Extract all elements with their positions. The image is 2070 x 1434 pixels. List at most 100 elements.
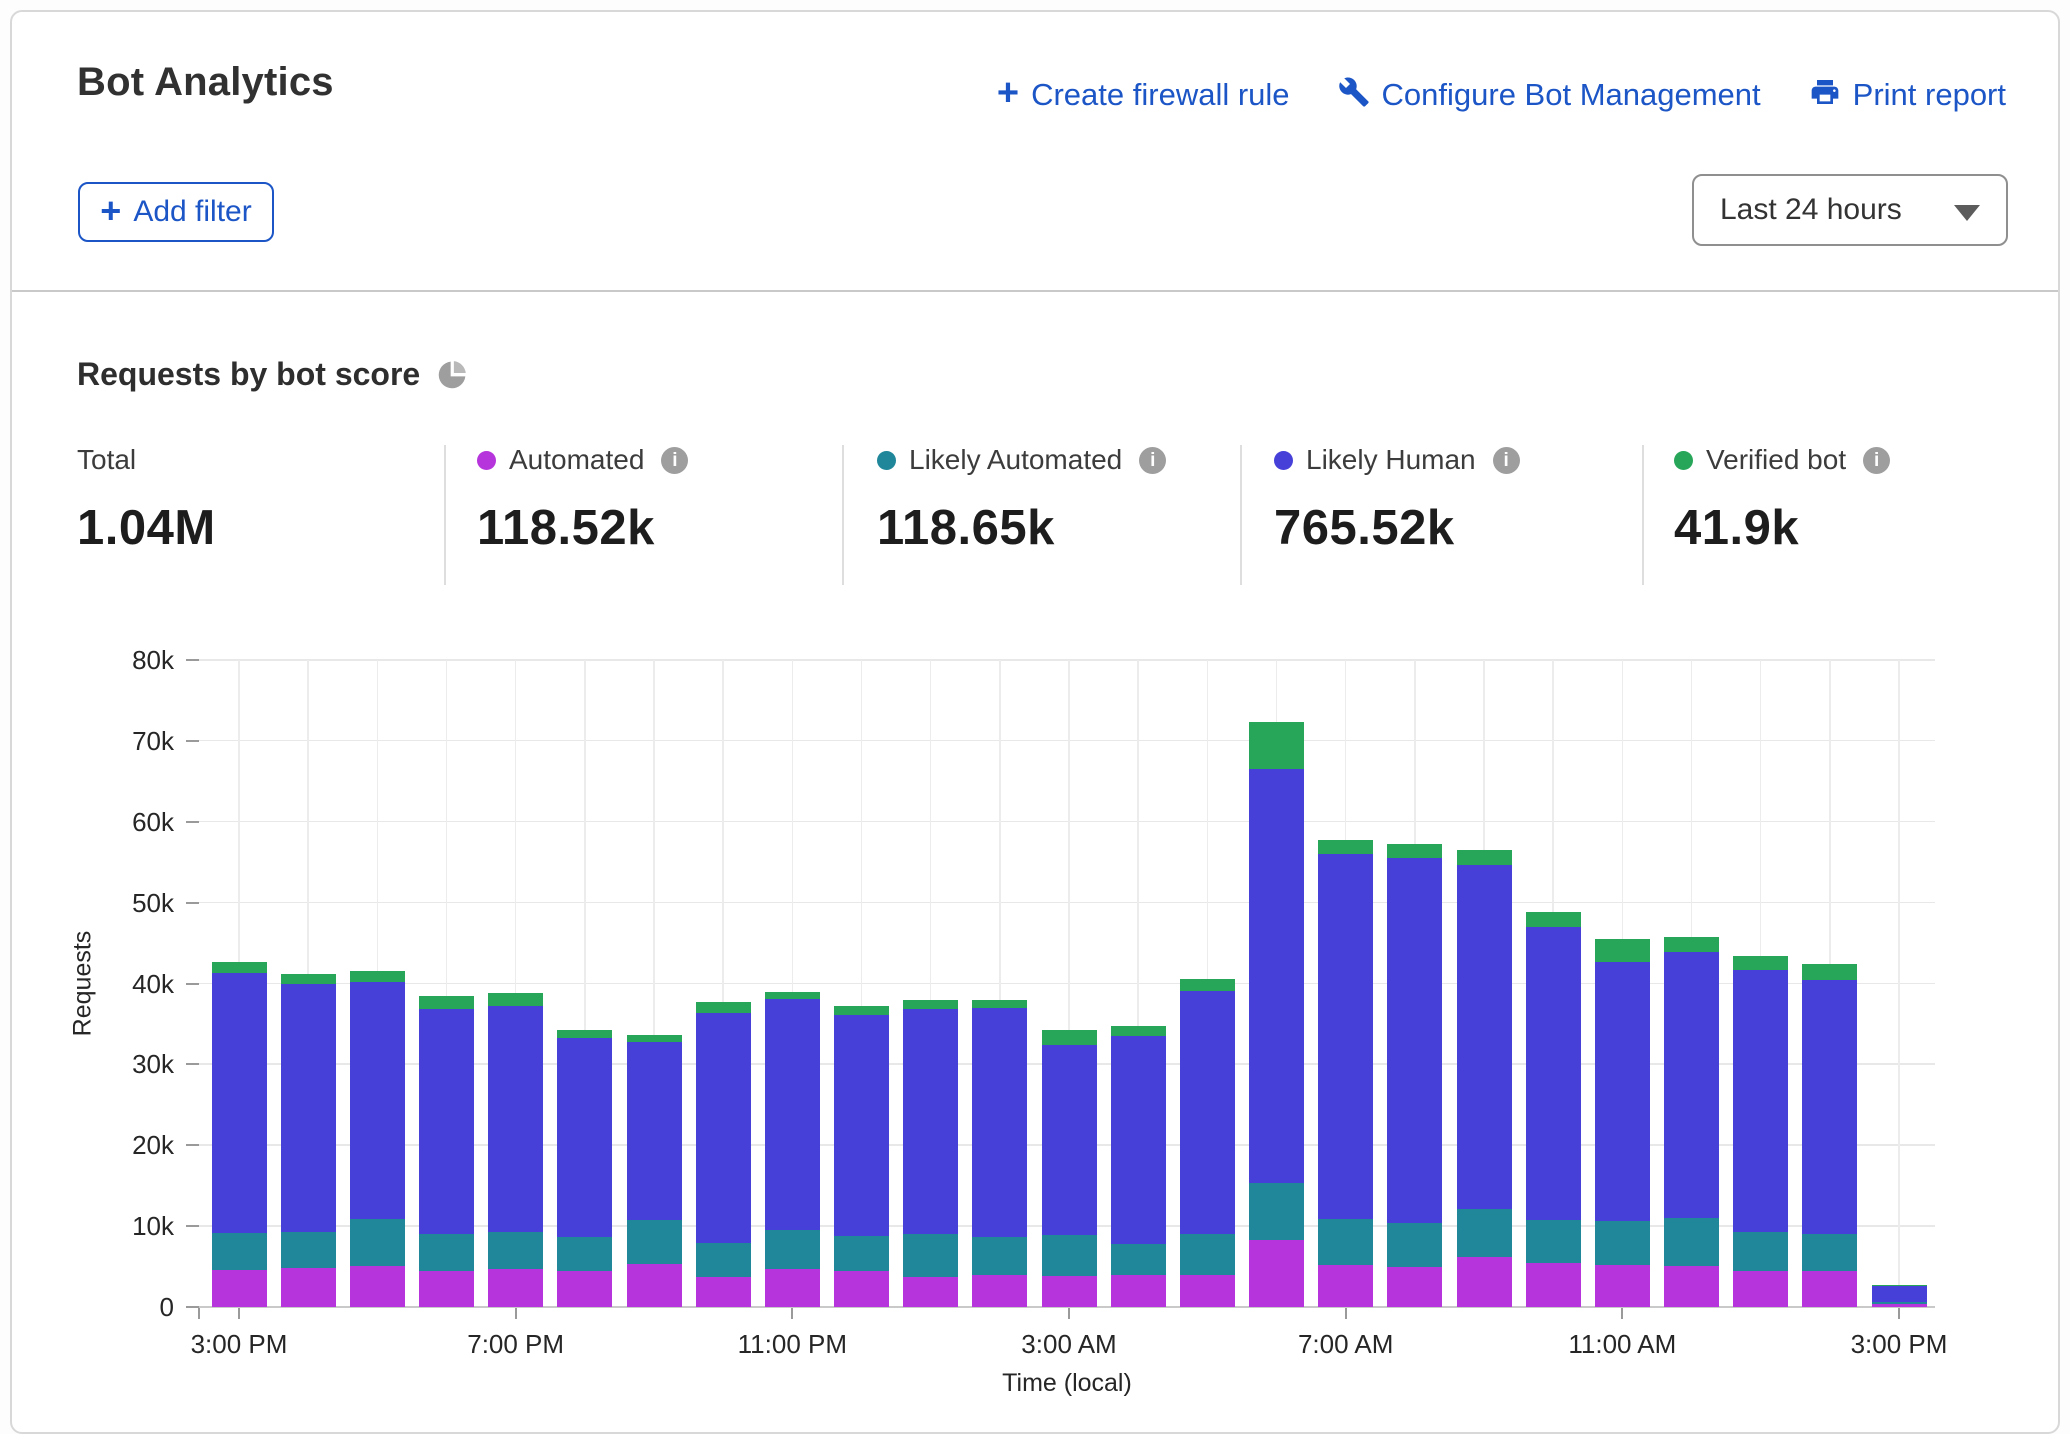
legend-dot [1674,451,1693,470]
bar-segment-likely-human [765,999,820,1230]
bar-10-12-00-am[interactable] [834,1006,889,1307]
bar-segment-automated [1595,1265,1650,1307]
time-range-value: Last 24 hours [1694,193,1902,227]
bar-segment-likely-automated [1802,1234,1857,1270]
print-report-link[interactable]: Print report [1809,76,2006,113]
action-label: Print report [1853,77,2006,113]
bar-segment-likely-automated [1664,1218,1719,1266]
bar-6-8-00-pm[interactable] [557,1030,612,1307]
bar-18-8-00-am[interactable] [1387,844,1442,1307]
bar-20-10-00-am[interactable] [1526,912,1581,1307]
stat-label: Verified bot [1706,444,1846,476]
legend-dot [877,451,896,470]
x-axis-label: 7:00 PM [426,1329,606,1360]
legend-dot [477,451,496,470]
plus-icon: + [100,193,121,229]
x-axis-label: 3:00 PM [1809,1329,1989,1360]
bar-2-4-00-pm[interactable] [281,974,336,1307]
bar-25-3-00-pm[interactable] [1872,1285,1927,1307]
legend-dot [1274,451,1293,470]
y-axis-tick [186,1144,199,1146]
header-divider [12,290,2058,292]
bar-24-2-00-pm[interactable] [1802,964,1857,1307]
stat-value: 1.04M [77,500,216,556]
bar-segment-likely-automated [350,1219,405,1266]
bar-23-1-00-pm[interactable] [1733,956,1788,1307]
bar-21-11-00-am[interactable] [1595,939,1650,1307]
bar-19-9-00-am[interactable] [1457,850,1512,1307]
add-filter-label: Add filter [133,195,251,229]
create-firewall-rule-link[interactable]: +Create firewall rule [997,77,1290,113]
bar-13-3-00-am[interactable] [1042,1030,1097,1307]
bar-segment-likely-human [1595,962,1650,1221]
bar-1-3-00-pm[interactable] [212,962,267,1307]
bar-8-10-00-pm[interactable] [696,1002,751,1307]
info-icon[interactable]: i [661,447,688,474]
bar-11-1-00-am[interactable] [903,1000,958,1307]
x-axis-label: 11:00 PM [702,1329,882,1360]
y-axis-tick [186,1225,199,1227]
bar-15-5-00-am[interactable] [1180,979,1235,1307]
bar-segment-likely-automated [1180,1234,1235,1274]
bar-segment-verified-bot [972,1000,1027,1008]
bar-segment-likely-automated [1318,1219,1373,1265]
bar-segment-likely-automated [627,1220,682,1264]
bar-3-5-00-pm[interactable] [350,971,405,1307]
bar-14-4-00-am[interactable] [1111,1026,1166,1307]
y-axis-label: 80k [64,645,174,676]
x-axis-tick [515,1308,517,1319]
wrench-icon [1338,76,1370,113]
bar-12-2-00-am[interactable] [972,1000,1027,1307]
bar-4-6-00-pm[interactable] [419,996,474,1307]
stat-label: Likely Automated [909,444,1122,476]
bar-segment-likely-automated [488,1232,543,1269]
bar-segment-likely-automated [1595,1221,1650,1265]
bar-segment-verified-bot [281,974,336,985]
x-axis-label: 3:00 AM [979,1329,1159,1360]
bar-segment-verified-bot [1042,1030,1097,1045]
stat-likely-human: Likely Humani765.52k [1274,442,1520,556]
bar-segment-likely-human [1526,927,1581,1220]
bar-segment-automated [1664,1266,1719,1307]
bar-segment-likely-human [1111,1036,1166,1244]
pie-chart-icon [436,359,468,391]
y-axis-tick [186,1063,199,1065]
info-icon[interactable]: i [1863,447,1890,474]
bar-5-7-00-pm[interactable] [488,993,543,1307]
stat-verified-bot: Verified boti41.9k [1674,442,1890,556]
bar-16-6-00-am[interactable] [1249,722,1304,1307]
stat-total: Total1.04M [77,442,216,556]
stat-likely-automated: Likely Automatedi118.65k [877,442,1166,556]
bar-7-9-00-pm[interactable] [627,1035,682,1307]
y-axis-tick [186,983,199,985]
bar-segment-automated [1042,1276,1097,1307]
y-axis-tick [186,659,199,661]
info-icon[interactable]: i [1139,447,1166,474]
bar-segment-likely-human [696,1013,751,1243]
stat-divider [842,445,844,585]
origin-tick [198,1308,200,1319]
info-icon[interactable]: i [1493,447,1520,474]
configure-bot-management-link[interactable]: Configure Bot Management [1338,76,1761,113]
bar-22-12-00-pm[interactable] [1664,937,1719,1307]
bar-segment-automated [1249,1240,1304,1307]
bar-segment-likely-automated [1111,1244,1166,1275]
bar-17-7-00-am[interactable] [1318,840,1373,1307]
add-filter-button[interactable]: + Add filter [78,182,274,242]
bar-segment-likely-human [1802,980,1857,1234]
bar-segment-likely-human [419,1009,474,1235]
bar-segment-verified-bot [1318,840,1373,855]
bar-9-11-00-pm[interactable] [765,992,820,1307]
bar-segment-likely-human [488,1006,543,1232]
time-range-dropdown[interactable]: Last 24 hours [1692,174,2008,246]
bar-segment-automated [1872,1304,1927,1307]
bar-segment-verified-bot [1526,912,1581,927]
stat-value: 118.52k [477,500,688,556]
bar-segment-verified-bot [1180,979,1235,990]
bar-segment-likely-human [1733,970,1788,1232]
x-axis-tick [1621,1308,1623,1319]
y-axis-label: 20k [64,1130,174,1161]
section-title: Requests by bot score [77,356,420,393]
bar-segment-automated [834,1271,889,1307]
bar-segment-automated [1180,1275,1235,1307]
